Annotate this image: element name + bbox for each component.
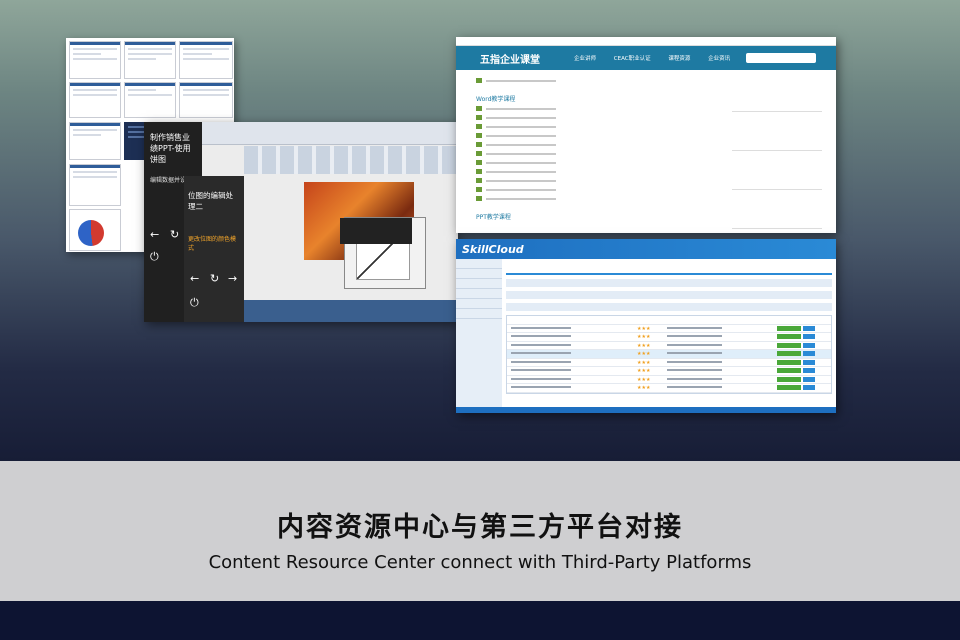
- section-bar[interactable]: [506, 291, 832, 299]
- list-item[interactable]: [476, 196, 726, 202]
- sidebar-item[interactable]: [456, 269, 502, 279]
- list-item[interactable]: [476, 151, 726, 157]
- section-heading: PPT教学课程: [476, 214, 511, 221]
- sidebar-item[interactable]: [456, 299, 502, 309]
- thumbnail: [69, 122, 121, 160]
- portal-navbar: 五指企业课堂 企业讲师 CEAC职业认证 课程资源 企业资讯: [456, 46, 836, 70]
- tooltip: [340, 218, 412, 244]
- tab-bar[interactable]: [506, 263, 832, 275]
- sidebar-box: [732, 155, 822, 190]
- sidebar-item[interactable]: [456, 289, 502, 299]
- slide2-title: 位图的编辑处理二: [188, 191, 233, 211]
- skillcloud-footer: [456, 407, 836, 413]
- sidebar-item[interactable]: [456, 309, 502, 319]
- sidebar-box: [732, 77, 822, 112]
- portal-logo[interactable]: 五指企业课堂: [480, 51, 540, 66]
- section-bar[interactable]: [506, 279, 832, 287]
- nav-item[interactable]: 企业讲师: [574, 56, 596, 62]
- thumbnail: [179, 82, 233, 118]
- list-item[interactable]: [476, 115, 726, 121]
- thumbnail-pie-chart: [69, 209, 121, 251]
- portal-menu: 企业讲师 CEAC职业认证 课程资源 企业资讯: [574, 54, 730, 62]
- nav-item[interactable]: 企业资讯: [708, 56, 730, 62]
- portal-search-input[interactable]: [746, 53, 816, 63]
- section-heading: Word教学课程: [476, 96, 516, 103]
- sidebar-item[interactable]: [456, 279, 502, 289]
- table-row[interactable]: ★★★: [507, 325, 831, 333]
- skillcloud-header: SkillCloud: [456, 239, 836, 259]
- section-bar[interactable]: [506, 303, 832, 311]
- thumbnail: [69, 41, 121, 79]
- replay-icon[interactable]: ↻: [210, 272, 219, 285]
- nav-item[interactable]: CEAC职业认证: [614, 56, 651, 62]
- power-icon[interactable]: ⏻: [190, 296, 199, 310]
- portal-sidebar: [732, 77, 822, 233]
- list-item[interactable]: [476, 178, 726, 184]
- slide-note: [244, 300, 458, 322]
- thumbnail: [179, 41, 233, 79]
- portal-topbar: [456, 37, 836, 46]
- table-row[interactable]: ★★★: [507, 359, 831, 367]
- sidebar-box: [732, 194, 822, 229]
- portal-course-list: Word教学课程 PPT教学课程: [476, 75, 726, 221]
- title-chinese: 内容资源中心与第三方平台对接: [277, 512, 683, 543]
- table-header-row: [507, 316, 831, 325]
- slide2-step: 更改位图的颜色模式: [188, 236, 237, 252]
- thumbnail: [69, 82, 121, 118]
- pie-chart-icon: [78, 220, 104, 246]
- list-item[interactable]: [476, 78, 726, 84]
- skillcloud-logo[interactable]: SkillCloud: [462, 243, 524, 256]
- sidebar-item[interactable]: [456, 259, 502, 269]
- list-item[interactable]: [476, 124, 726, 130]
- prev-icon[interactable]: ←: [190, 272, 199, 285]
- table-row[interactable]: ★★★: [507, 384, 831, 393]
- skillcloud-main: ★★★ ★★★ ★★★ ★★★ ★★★ ★★★ ★★★ ★★★: [506, 263, 832, 394]
- slide-panel-2: 位图的编辑处理二 更改位图的颜色模式 ← ↻ → ⏻: [184, 176, 244, 322]
- title-english: Content Resource Center connect with Thi…: [208, 552, 752, 573]
- thumbnail: [124, 82, 176, 118]
- table-row[interactable]: ★★★: [507, 350, 831, 359]
- table-row[interactable]: ★★★: [507, 367, 831, 376]
- list-item[interactable]: [476, 187, 726, 193]
- slide1-title: 制作销售业绩PPT-使用饼图: [150, 133, 191, 164]
- list-item[interactable]: [476, 133, 726, 139]
- next-icon[interactable]: →: [228, 272, 237, 285]
- sidebar-box: [732, 116, 822, 151]
- thumbnail: [69, 164, 121, 206]
- wuzhi-portal-screenshot: 五指企业课堂 企业讲师 CEAC职业认证 课程资源 企业资讯 Word教学课程 …: [456, 37, 836, 233]
- nav-item[interactable]: 课程资源: [668, 56, 690, 62]
- course-table: ★★★ ★★★ ★★★ ★★★ ★★★ ★★★ ★★★ ★★★: [506, 315, 832, 394]
- skillcloud-screenshot: SkillCloud ★★★ ★★★ ★★★ ★★★ ★★★ ★★★ ★★★ ★…: [456, 239, 836, 413]
- list-item[interactable]: [476, 142, 726, 148]
- skillcloud-sidebar: [456, 259, 502, 413]
- hero-background: 制作销售业绩PPT-使用饼图 编辑数据并设置 ← ↻ ⏻ 位图的编辑处理二 更改…: [0, 0, 960, 461]
- ppt-tutorial-screenshot: 制作销售业绩PPT-使用饼图 编辑数据并设置 ← ↻ ⏻ 位图的编辑处理二 更改…: [144, 122, 458, 322]
- table-row[interactable]: ★★★: [507, 376, 831, 384]
- footer-bar: [0, 601, 960, 640]
- replay-icon[interactable]: ↻: [170, 228, 179, 241]
- list-item[interactable]: [476, 169, 726, 175]
- power-icon[interactable]: ⏻: [150, 250, 159, 264]
- list-item[interactable]: [476, 106, 726, 112]
- thumbnail: [124, 41, 176, 79]
- table-row[interactable]: ★★★: [507, 342, 831, 350]
- ppt-toolbar: [244, 146, 458, 174]
- list-item[interactable]: [476, 160, 726, 166]
- prev-icon[interactable]: ←: [150, 228, 159, 241]
- table-row[interactable]: ★★★: [507, 333, 831, 342]
